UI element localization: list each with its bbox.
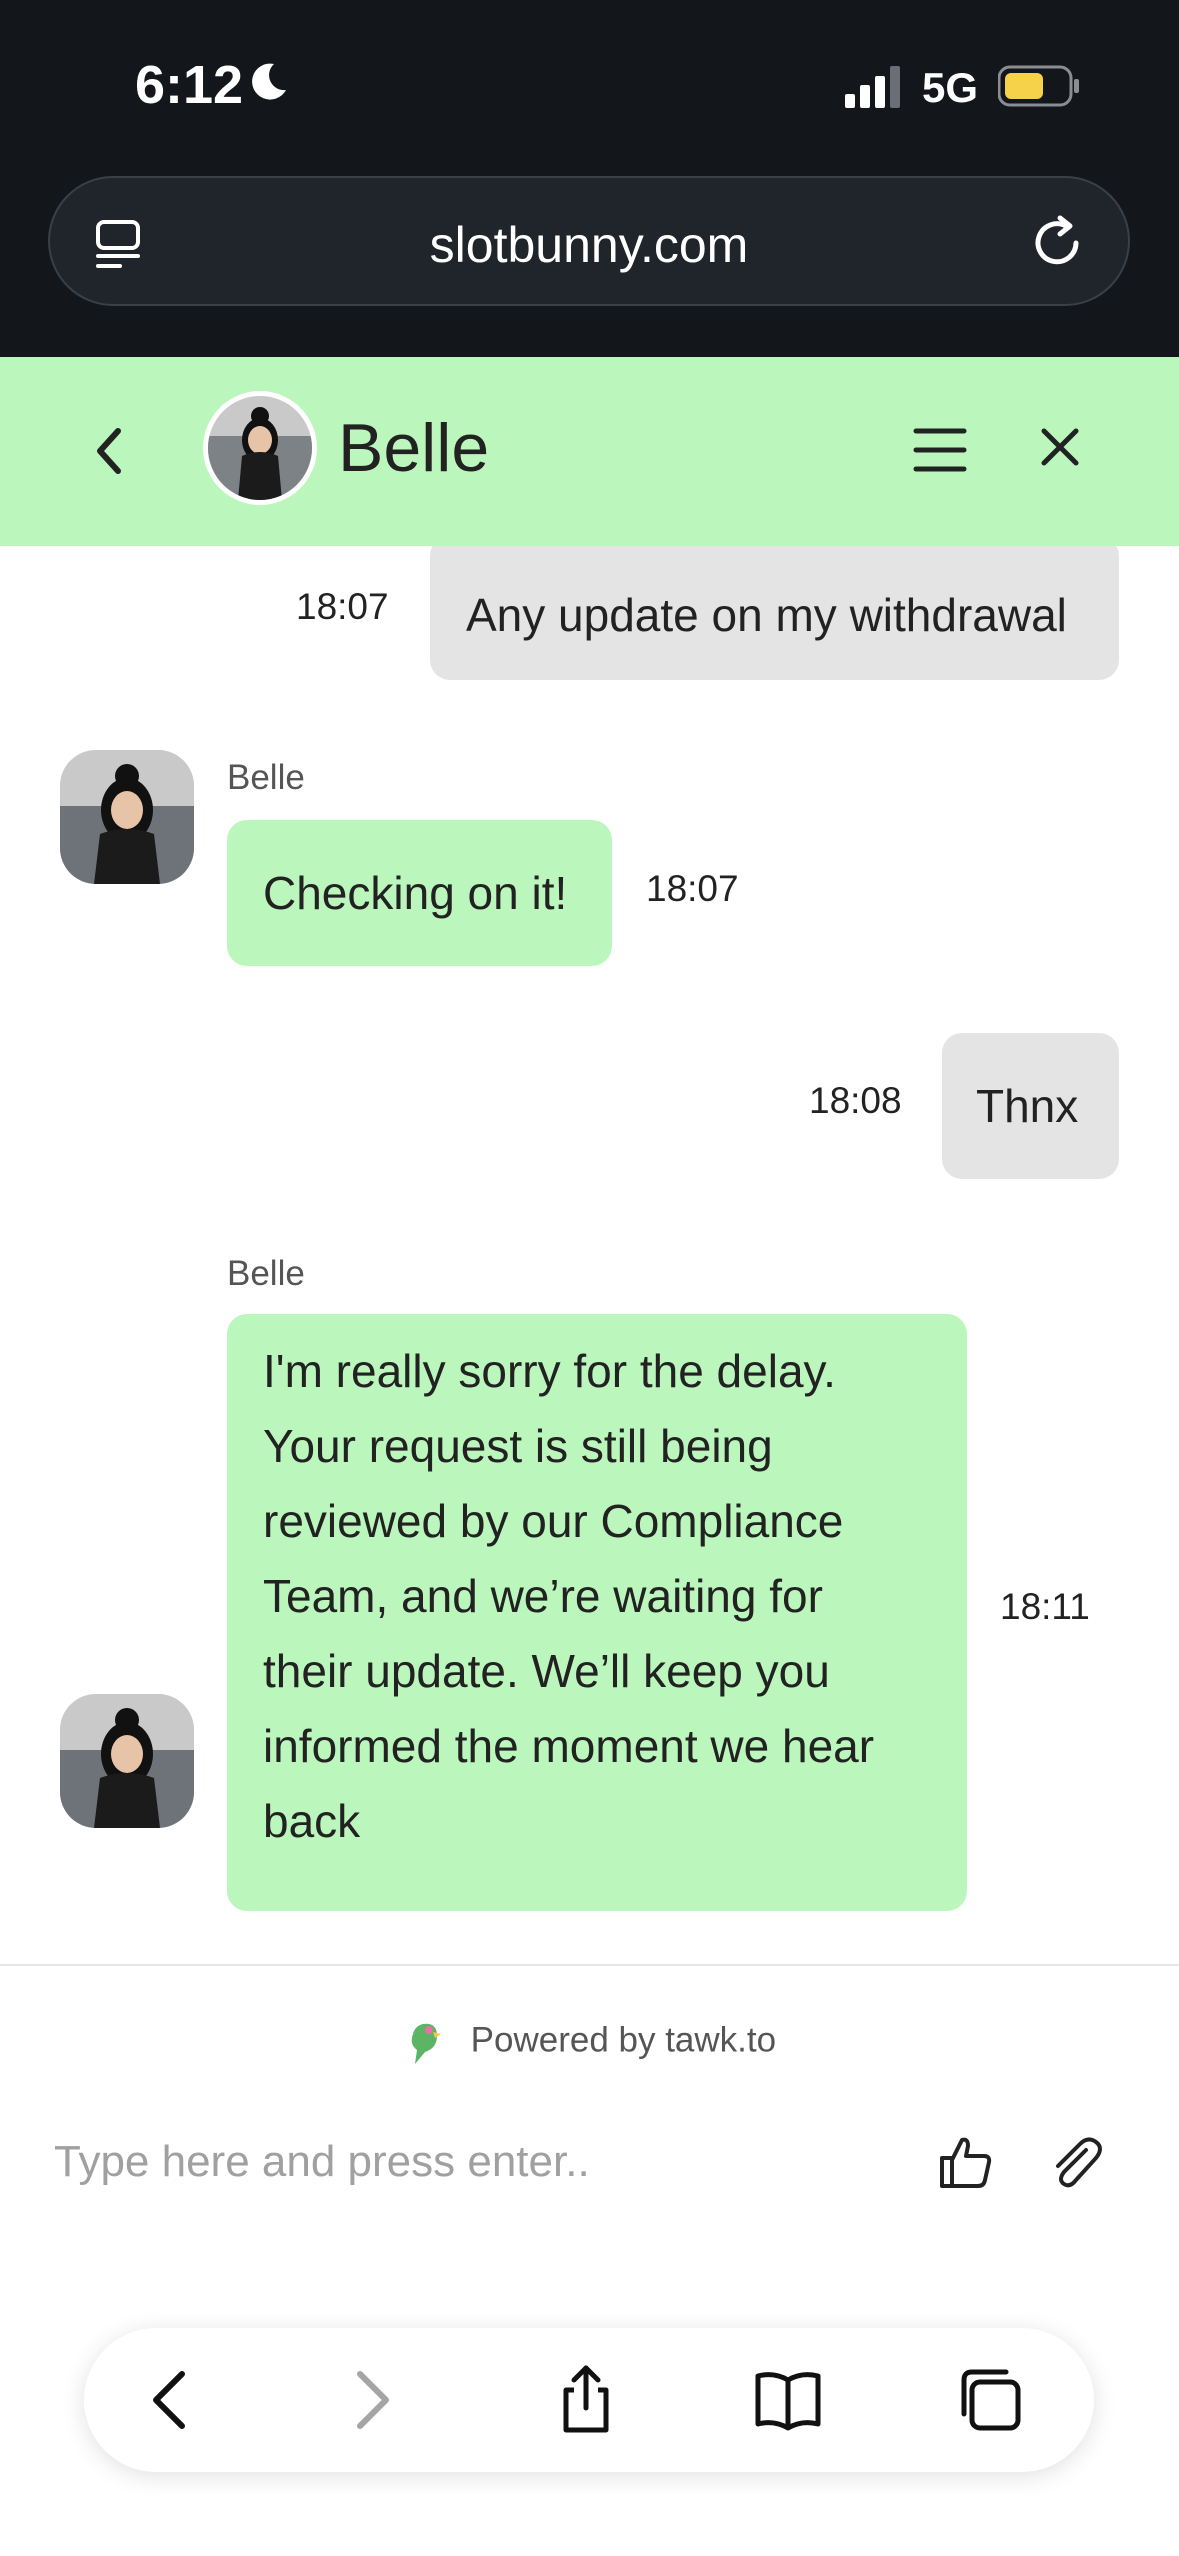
message-list[interactable]: 18:07 Any update on my withdrawal Belle … [0, 546, 1179, 1964]
paperclip-icon[interactable] [1046, 2132, 1106, 2192]
message-time: 18:07 [296, 586, 389, 627]
agent-avatar [60, 750, 194, 884]
message-line: I'm really sorry for the delay. [263, 1345, 836, 1397]
back-arrow-icon[interactable] [136, 2364, 208, 2436]
safari-toolbar [84, 2328, 1094, 2472]
agent-avatar [203, 391, 317, 505]
url-text[interactable]: slotbunny.com [50, 216, 1128, 274]
incoming-message: Checking on it! [227, 820, 612, 966]
sender-name: Belle [227, 1254, 305, 1293]
back-icon[interactable] [88, 421, 128, 481]
address-bar[interactable]: slotbunny.com [48, 176, 1130, 306]
menu-icon[interactable] [912, 419, 968, 481]
thumbs-up-icon[interactable] [936, 2132, 996, 2192]
message-time: 18:08 [809, 1080, 902, 1121]
tawk-parrot-icon [411, 2023, 441, 2064]
network-label: 5G [922, 64, 979, 111]
browser-top-bar: 6:12 5G slotbunny.com [0, 0, 1179, 357]
sender-name: Belle [227, 758, 305, 797]
message-time: 18:11 [1000, 1586, 1090, 1627]
message-line: informed the moment we hear [263, 1720, 875, 1772]
powered-by[interactable]: Powered by tawk.to [0, 2018, 1179, 2066]
tabs-icon[interactable] [954, 2364, 1026, 2436]
outgoing-message: Any update on my withdrawal [430, 546, 1119, 680]
agent-name: Belle [338, 410, 490, 486]
status-time: 6:12 [135, 55, 244, 115]
outgoing-message: Thnx [942, 1033, 1119, 1179]
moon-icon [252, 63, 286, 100]
chat-header: Belle [0, 357, 1179, 546]
reload-icon[interactable] [1026, 212, 1088, 274]
incoming-message: I'm really sorry for the delay. Your req… [227, 1314, 967, 1911]
message-line: back [263, 1795, 361, 1847]
powered-by-text[interactable]: Powered by tawk.to [471, 2020, 776, 2059]
bookmarks-icon[interactable] [752, 2364, 824, 2436]
message-line: reviewed by our Compliance [263, 1495, 844, 1547]
share-icon[interactable] [550, 2364, 622, 2436]
message-line: Team, and we’re waiting for [263, 1570, 823, 1622]
message-input[interactable] [52, 2106, 876, 2218]
message-line: Your request is still being [263, 1420, 773, 1472]
message-time: 18:07 [646, 868, 739, 909]
close-icon[interactable] [1038, 425, 1082, 469]
forward-arrow-icon[interactable] [334, 2364, 406, 2436]
signal-icon [845, 66, 900, 108]
agent-avatar [60, 1694, 194, 1828]
battery-icon [998, 65, 1079, 107]
chat-footer: Powered by tawk.to [0, 1964, 1179, 2556]
message-line: their update. We’ll keep you [263, 1645, 830, 1697]
